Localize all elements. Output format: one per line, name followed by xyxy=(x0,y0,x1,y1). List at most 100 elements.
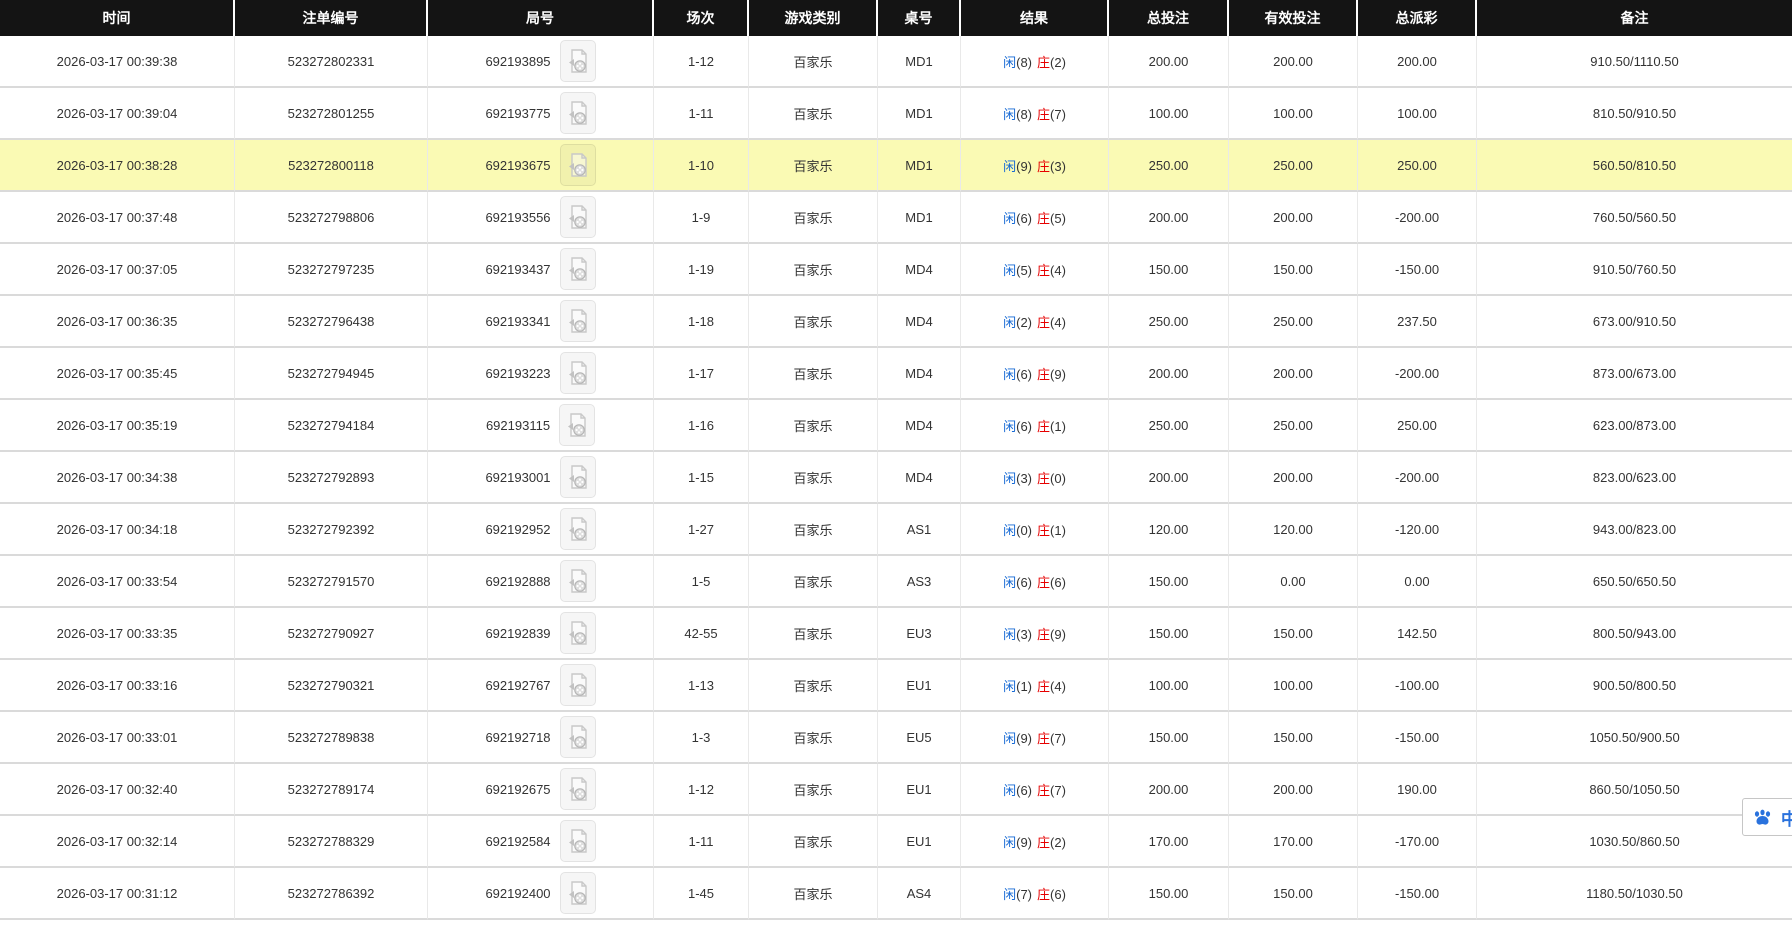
result-player-label: 闲 xyxy=(1003,627,1016,642)
video-replay-button[interactable] xyxy=(560,872,596,914)
table-row[interactable]: 2026-03-17 00:33:54 523272791570 6921928… xyxy=(0,556,1792,608)
cell-payout: 190.00 xyxy=(1358,764,1477,816)
column-header-round_no: 局号 xyxy=(428,0,654,36)
cell-result: 闲(7)庄(6) xyxy=(961,868,1109,920)
cell-bet-id: 523272794945 xyxy=(235,348,428,400)
cell-total-bet: 250.00 xyxy=(1109,296,1229,348)
column-header-session: 场次 xyxy=(654,0,749,36)
video-replay-button[interactable] xyxy=(560,300,596,342)
cell-round-no: 692193437 xyxy=(428,244,654,296)
cell-time: 2026-03-17 00:32:14 xyxy=(0,816,235,868)
table-row[interactable]: 2026-03-17 00:33:16 523272790321 6921927… xyxy=(0,660,1792,712)
video-replay-button[interactable] xyxy=(560,248,596,290)
video-replay-button[interactable] xyxy=(560,820,596,862)
table-row[interactable]: 2026-03-17 00:39:04 523272801255 6921937… xyxy=(0,88,1792,140)
table-row[interactable]: 2026-03-17 00:39:38 523272802331 6921938… xyxy=(0,36,1792,88)
cell-table-no: EU1 xyxy=(878,764,961,816)
film-file-icon xyxy=(567,48,589,74)
result-player-value: (3) xyxy=(1016,627,1032,642)
round-number: 692193001 xyxy=(485,470,550,485)
table-row[interactable]: 2026-03-17 00:34:18 523272792392 6921929… xyxy=(0,504,1792,556)
result-player-label: 闲 xyxy=(1003,55,1016,70)
cell-total-bet: 100.00 xyxy=(1109,660,1229,712)
result-player-value: (2) xyxy=(1016,315,1032,330)
video-replay-button[interactable] xyxy=(560,40,596,82)
cell-payout: -200.00 xyxy=(1358,348,1477,400)
round-number: 692193341 xyxy=(485,314,550,329)
cell-result: 闲(5)庄(4) xyxy=(961,244,1109,296)
round-number: 692192400 xyxy=(485,886,550,901)
table-row[interactable]: 2026-03-17 00:36:35 523272796438 6921933… xyxy=(0,296,1792,348)
cell-payout: -150.00 xyxy=(1358,868,1477,920)
cell-game-type: 百家乐 xyxy=(749,296,878,348)
translate-widget-label: 中 xyxy=(1781,805,1792,830)
cell-bet-id: 523272790321 xyxy=(235,660,428,712)
cell-game-type: 百家乐 xyxy=(749,400,878,452)
cell-game-type: 百家乐 xyxy=(749,556,878,608)
round-number: 692192952 xyxy=(485,522,550,537)
video-replay-button[interactable] xyxy=(560,716,596,758)
table-row[interactable]: 2026-03-17 00:34:38 523272792893 6921930… xyxy=(0,452,1792,504)
cell-remark: 800.50/943.00 xyxy=(1477,608,1792,660)
cell-game-type: 百家乐 xyxy=(749,452,878,504)
cell-valid-bet: 170.00 xyxy=(1229,816,1358,868)
video-replay-button[interactable] xyxy=(560,768,596,810)
cell-remark: 873.00/673.00 xyxy=(1477,348,1792,400)
cell-payout: -120.00 xyxy=(1358,504,1477,556)
table-row[interactable]: 2026-03-17 00:38:28 523272800118 6921936… xyxy=(0,140,1792,192)
cell-bet-id: 523272786392 xyxy=(235,868,428,920)
table-row[interactable]: 2026-03-17 00:35:19 523272794184 6921931… xyxy=(0,400,1792,452)
translate-widget[interactable]: 中 xyxy=(1742,798,1792,836)
cell-valid-bet: 150.00 xyxy=(1229,712,1358,764)
cell-time: 2026-03-17 00:37:05 xyxy=(0,244,235,296)
cell-payout: 0.00 xyxy=(1358,556,1477,608)
cell-valid-bet: 100.00 xyxy=(1229,88,1358,140)
video-replay-button[interactable] xyxy=(560,664,596,706)
cell-table-no: AS3 xyxy=(878,556,961,608)
table-row[interactable]: 2026-03-17 00:32:14 523272788329 6921925… xyxy=(0,816,1792,868)
column-header-payout: 总派彩 xyxy=(1358,0,1477,36)
cell-table-no: MD1 xyxy=(878,88,961,140)
cell-remark: 910.50/1110.50 xyxy=(1477,36,1792,88)
cell-session: 1-11 xyxy=(654,816,749,868)
table-row[interactable]: 2026-03-17 00:31:12 523272786392 6921924… xyxy=(0,868,1792,920)
result-banker-label: 庄 xyxy=(1037,263,1050,278)
cell-session: 1-12 xyxy=(654,764,749,816)
video-replay-button[interactable] xyxy=(559,404,595,446)
video-replay-button[interactable] xyxy=(560,144,596,186)
cell-payout: -150.00 xyxy=(1358,244,1477,296)
table-row[interactable]: 2026-03-17 00:35:45 523272794945 6921932… xyxy=(0,348,1792,400)
round-number: 692193556 xyxy=(485,210,550,225)
result-banker-label: 庄 xyxy=(1037,159,1050,174)
result-banker-label: 庄 xyxy=(1037,315,1050,330)
cell-total-bet: 200.00 xyxy=(1109,192,1229,244)
video-replay-button[interactable] xyxy=(560,92,596,134)
film-file-icon xyxy=(567,620,589,646)
table-row[interactable]: 2026-03-17 00:37:48 523272798806 6921935… xyxy=(0,192,1792,244)
video-replay-button[interactable] xyxy=(560,560,596,602)
result-banker-value: (4) xyxy=(1050,679,1066,694)
video-replay-button[interactable] xyxy=(560,456,596,498)
video-replay-button[interactable] xyxy=(560,196,596,238)
video-replay-button[interactable] xyxy=(560,612,596,654)
video-replay-button[interactable] xyxy=(560,352,596,394)
cell-round-no: 692193675 xyxy=(428,140,654,192)
film-file-icon xyxy=(567,100,589,126)
cell-payout: -200.00 xyxy=(1358,452,1477,504)
table-row[interactable]: 2026-03-17 00:37:05 523272797235 6921934… xyxy=(0,244,1792,296)
table-row[interactable]: 2026-03-17 00:33:01 523272789838 6921927… xyxy=(0,712,1792,764)
result-banker-value: (1) xyxy=(1050,419,1066,434)
round-number: 692193775 xyxy=(485,106,550,121)
cell-valid-bet: 150.00 xyxy=(1229,868,1358,920)
table-row[interactable]: 2026-03-17 00:32:40 523272789174 6921926… xyxy=(0,764,1792,816)
cell-time: 2026-03-17 00:32:40 xyxy=(0,764,235,816)
result-banker-label: 庄 xyxy=(1037,835,1050,850)
table-row[interactable]: 2026-03-17 00:33:35 523272790927 6921928… xyxy=(0,608,1792,660)
video-replay-button[interactable] xyxy=(560,508,596,550)
cell-table-no: EU1 xyxy=(878,660,961,712)
cell-game-type: 百家乐 xyxy=(749,192,878,244)
cell-valid-bet: 250.00 xyxy=(1229,140,1358,192)
film-file-icon xyxy=(567,464,589,490)
result-player-label: 闲 xyxy=(1003,731,1016,746)
cell-total-bet: 250.00 xyxy=(1109,400,1229,452)
